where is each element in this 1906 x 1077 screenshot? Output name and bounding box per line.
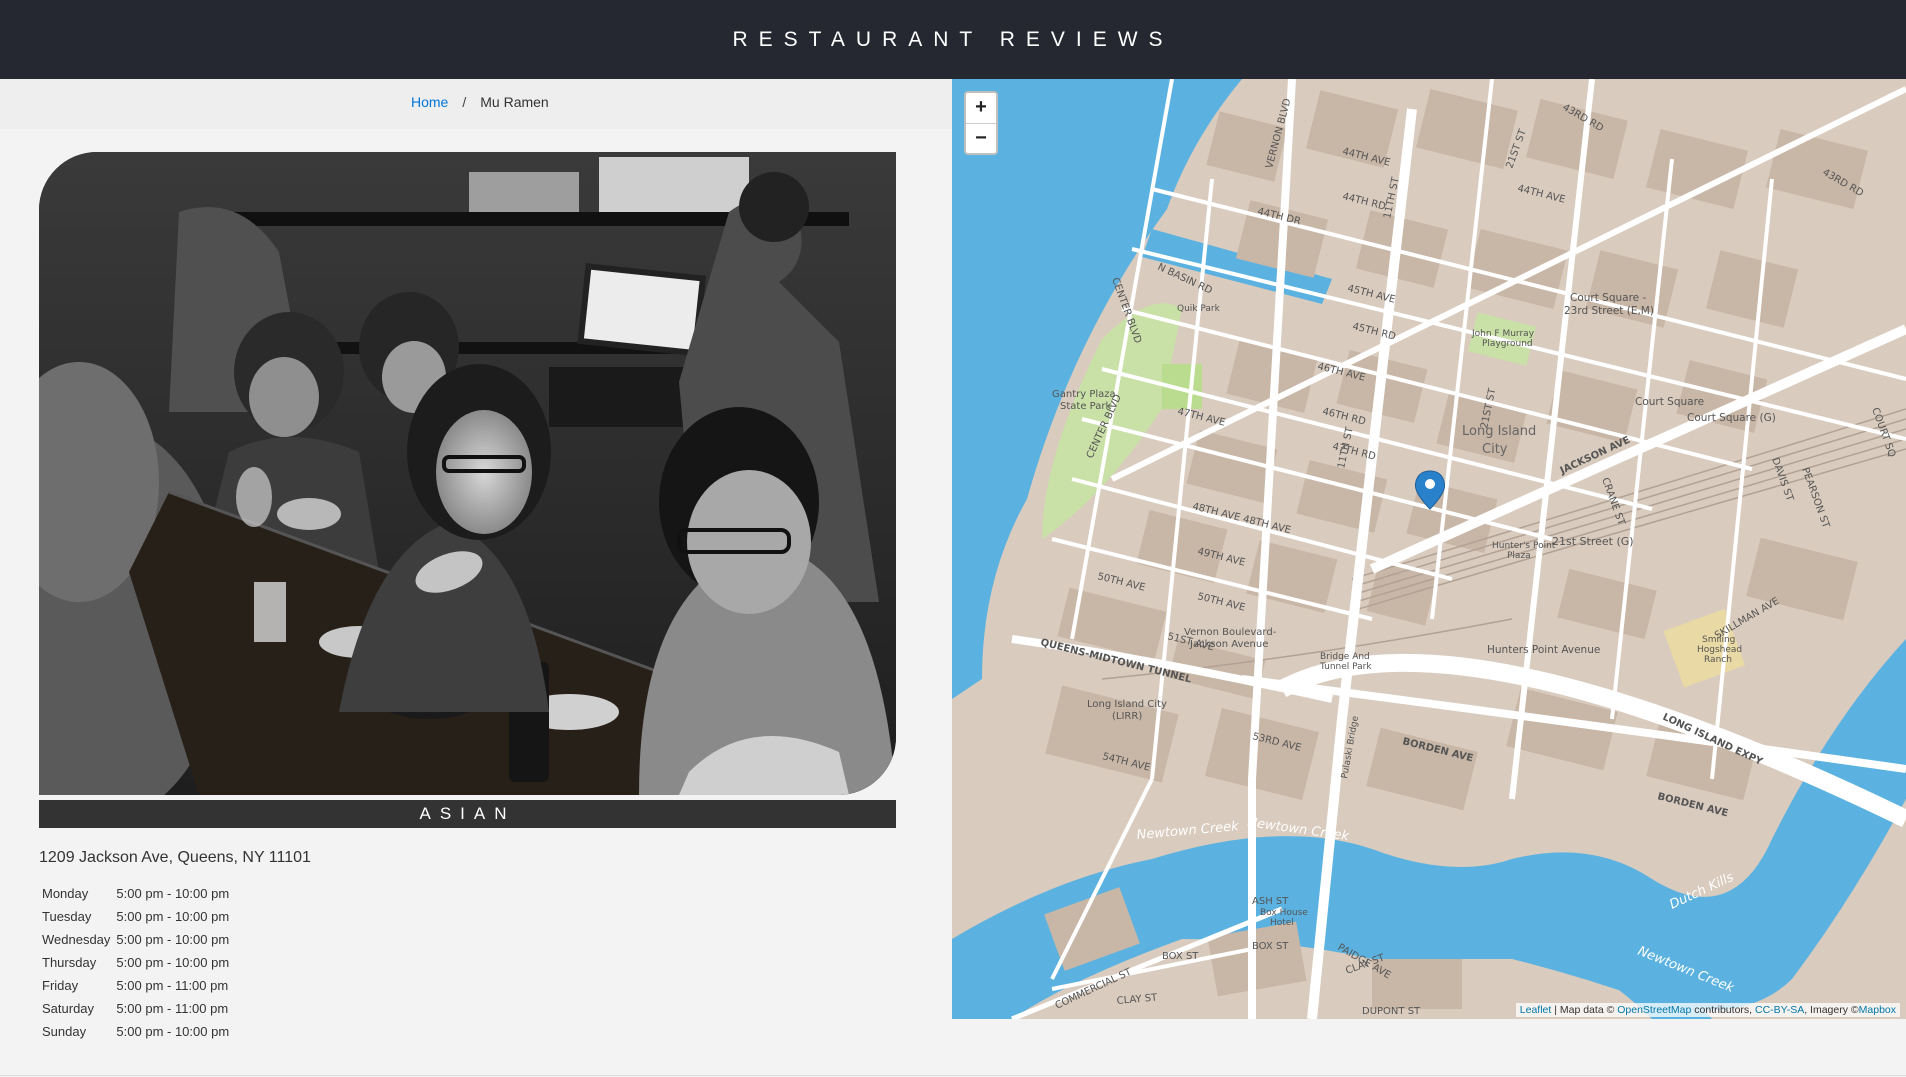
hours-day: Thursday — [42, 955, 97, 970]
breadcrumb-separator: / — [462, 94, 467, 110]
map-label-place: Hunters Point Avenue — [1487, 644, 1600, 656]
map-label-place: Hotel — [1270, 918, 1294, 928]
site-header: RESTAURANT REVIEWS — [0, 0, 1906, 79]
map-label-place: Long Island — [1462, 424, 1536, 439]
hours-day: Wednesday — [42, 932, 111, 947]
map-label-place: (LIRR) — [1112, 711, 1142, 722]
hours-day: Sunday — [42, 1024, 87, 1039]
zoom-out-button[interactable]: − — [966, 124, 996, 154]
breadcrumb-current: Mu Ramen — [480, 94, 549, 110]
zoom-in-button[interactable]: + — [966, 93, 996, 124]
hours-time: 5:00 pm - 10:00 pm — [116, 932, 230, 947]
restaurant-photo — [39, 152, 896, 795]
site-title[interactable]: RESTAURANT REVIEWS — [732, 28, 1173, 52]
attribution-text: contributors, — [1691, 1004, 1755, 1016]
map-attribution: Leaflet | Map data © OpenStreetMap contr… — [1515, 1003, 1900, 1017]
hours-row: Tuesday 5:00 pm - 10:00 pm — [39, 905, 232, 928]
map-label-place: Court Square - — [1570, 292, 1646, 304]
map-tiles[interactable]: VERNON BLVD 11TH ST 11TH ST 21ST ST 21ST… — [952, 79, 1906, 1019]
restaurant-photo-image — [39, 152, 896, 795]
map-label-street: ASH ST — [1252, 896, 1289, 907]
map-label-street: BOX ST — [1252, 941, 1289, 952]
map-label-place: Vernon Boulevard- — [1184, 627, 1277, 638]
map-label-place: Plaza — [1507, 551, 1531, 561]
map-label-place: State Park — [1060, 401, 1111, 412]
hours-row: Thursday 5:00 pm - 10:00 pm — [39, 951, 232, 974]
map-label-place: Hunter's Point — [1492, 541, 1556, 551]
restaurant-address: 1209 Jackson Ave, Queens, NY 11101 — [39, 849, 311, 866]
leaflet-link[interactable]: Leaflet — [1520, 1004, 1552, 1016]
hours-day: Friday — [42, 978, 79, 993]
footer-divider — [0, 1075, 1906, 1076]
map-label-street: BOX ST — [1162, 951, 1199, 962]
map-label-place: John F Murray — [1471, 329, 1535, 339]
hours-day: Tuesday — [42, 909, 92, 924]
map-label-place: Court Square (G) — [1687, 412, 1776, 424]
map-label-place: Quik Park — [1177, 304, 1221, 314]
breadcrumb-home-link[interactable]: Home — [411, 94, 448, 110]
hours-row: Saturday 5:00 pm - 11:00 pm — [39, 997, 232, 1020]
breadcrumb: Home / Mu Ramen — [0, 79, 952, 129]
hours-time: 5:00 pm - 10:00 pm — [116, 955, 230, 970]
map-label-place: 21st Street (G) — [1552, 535, 1634, 548]
map-label-place: Gantry Plaza — [1052, 389, 1116, 400]
hours-time: 5:00 pm - 10:00 pm — [116, 909, 230, 924]
map-label-place: Long Island City — [1087, 699, 1167, 710]
license-link[interactable]: CC-BY-SA — [1755, 1004, 1804, 1016]
mapbox-link[interactable]: Mapbox — [1859, 1004, 1896, 1016]
hours-time: 5:00 pm - 11:00 pm — [116, 1001, 229, 1016]
cuisine-label: ASIAN — [39, 800, 896, 828]
map-label-place: Ranch — [1704, 655, 1732, 665]
hours-row: Friday 5:00 pm - 11:00 pm — [39, 974, 232, 997]
map-label-place: Hogshead — [1697, 645, 1742, 655]
map-label-place: Playground — [1482, 339, 1533, 349]
hours-row: Sunday 5:00 pm - 10:00 pm — [39, 1020, 232, 1043]
map-label-place: Bridge And — [1320, 652, 1370, 662]
hours-time: 5:00 pm - 11:00 pm — [116, 978, 229, 993]
osm-link[interactable]: OpenStreetMap — [1617, 1004, 1691, 1016]
map-container[interactable]: VERNON BLVD 11TH ST 11TH ST 21ST ST 21ST… — [952, 79, 1906, 1019]
attribution-text: , Imagery © — [1804, 1004, 1859, 1016]
hours-row: Wednesday 5:00 pm - 10:00 pm — [39, 928, 232, 951]
map-label-place: City — [1482, 442, 1508, 457]
hours-time: 5:00 pm - 10:00 pm — [116, 886, 230, 901]
map-zoom-control: + − — [964, 91, 998, 155]
map-label-place: Tunnel Park — [1319, 662, 1372, 672]
map-label-street: DUPONT ST — [1362, 1006, 1421, 1017]
map-label-place: 23rd Street (E,M) — [1564, 305, 1654, 317]
hours-day: Monday — [42, 886, 89, 901]
hours-day: Saturday — [42, 1001, 95, 1016]
map-label-place: Court Square — [1635, 396, 1704, 408]
hours-row: Monday 5:00 pm - 10:00 pm — [39, 882, 232, 905]
map-label-place: Box House — [1260, 908, 1308, 918]
hours-time: 5:00 pm - 10:00 pm — [116, 1024, 230, 1039]
map-label-place: Jackson Avenue — [1189, 639, 1268, 650]
map-label-place: Smiling — [1702, 635, 1735, 645]
attribution-text: | Map data © — [1551, 1004, 1618, 1016]
hours-table: Monday 5:00 pm - 10:00 pm Tuesday 5:00 pm … — [39, 882, 232, 1043]
